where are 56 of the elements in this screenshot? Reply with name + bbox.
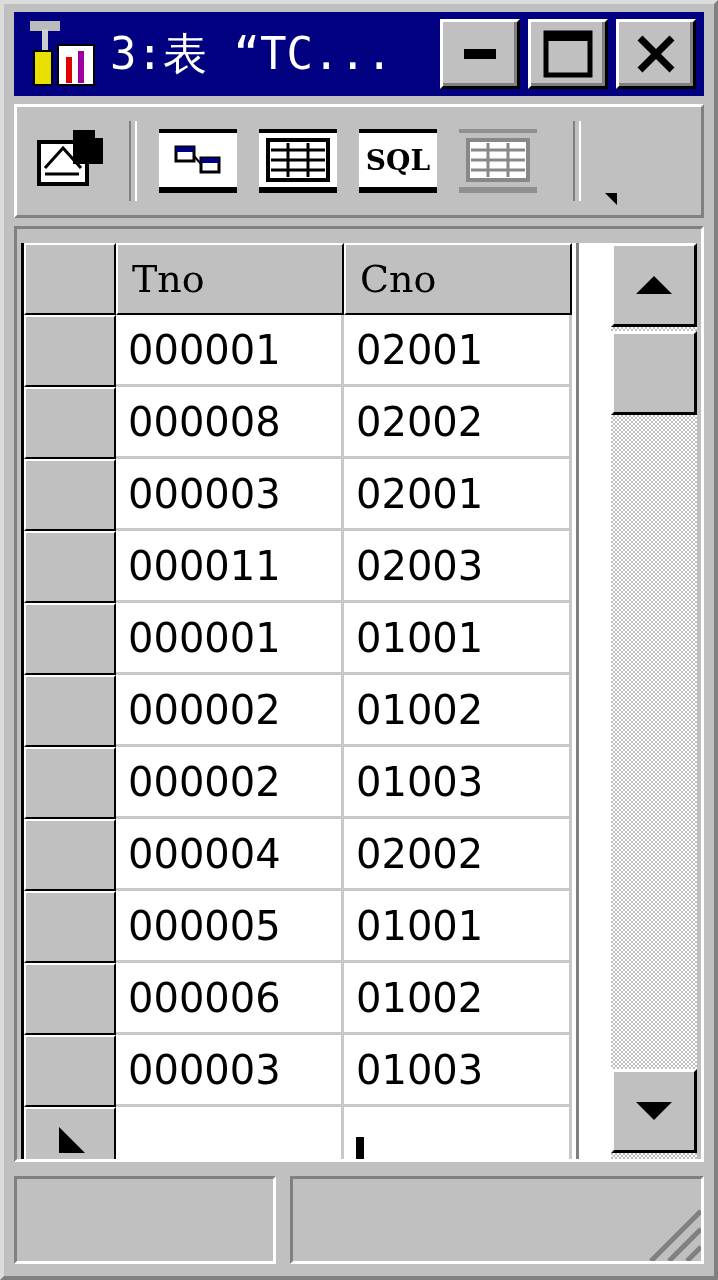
diagram-icon xyxy=(173,144,223,176)
scroll-thumb[interactable] xyxy=(611,331,697,415)
table-cell[interactable]: 02003 xyxy=(344,531,572,603)
row-header[interactable] xyxy=(24,675,116,747)
close-button[interactable] xyxy=(616,19,696,89)
row-header[interactable] xyxy=(24,459,116,531)
grid-button[interactable] xyxy=(259,129,337,193)
table-cell[interactable]: 000001 xyxy=(116,603,344,675)
table-cell[interactable]: 01003 xyxy=(344,1035,572,1107)
table-cell[interactable]: 01001 xyxy=(344,891,572,963)
row-header[interactable] xyxy=(24,963,116,1035)
grid-icon xyxy=(265,137,331,183)
diagram-button[interactable] xyxy=(159,129,237,193)
table-cell[interactable]: 02001 xyxy=(344,459,572,531)
column-header[interactable]: Tno xyxy=(116,243,344,315)
minimize-button[interactable] xyxy=(440,19,520,89)
table-cell[interactable]: 01003 xyxy=(344,747,572,819)
corner-cell[interactable] xyxy=(24,243,116,315)
row-header[interactable] xyxy=(24,603,116,675)
up-arrow-icon xyxy=(636,276,672,294)
row-header[interactable] xyxy=(24,315,116,387)
maximize-icon xyxy=(543,30,593,78)
table-cell[interactable]: 000001 xyxy=(116,315,344,387)
scroll-up-button[interactable] xyxy=(611,243,697,327)
table-cell[interactable]: 000002 xyxy=(116,675,344,747)
table-cell[interactable]: 02002 xyxy=(344,387,572,459)
window-title: 3:表 “TC... xyxy=(110,26,394,81)
scroll-down-button[interactable] xyxy=(611,1069,697,1153)
table-cell[interactable]: 01001 xyxy=(344,603,572,675)
table-cell[interactable]: 000004 xyxy=(116,819,344,891)
table-cell[interactable]: 000008 xyxy=(116,387,344,459)
row-header[interactable] xyxy=(24,387,116,459)
table-cell[interactable]: 000003 xyxy=(116,459,344,531)
sql-button[interactable]: SQL xyxy=(359,129,437,193)
table-cell[interactable]: 000002 xyxy=(116,747,344,819)
table-cell[interactable]: 01002 xyxy=(344,675,572,747)
table-cell[interactable]: 01002 xyxy=(344,963,572,1035)
table-cell[interactable]: 02002 xyxy=(344,819,572,891)
grid-icon xyxy=(465,137,531,183)
column-header[interactable]: Cno xyxy=(344,243,572,315)
maximize-button[interactable] xyxy=(528,19,608,89)
table-cell[interactable]: 000006 xyxy=(116,963,344,1035)
row-header[interactable] xyxy=(24,747,116,819)
minimize-icon xyxy=(464,49,496,59)
table-cell[interactable]: 000011 xyxy=(116,531,344,603)
table-cell[interactable]: 000005 xyxy=(116,891,344,963)
row-header[interactable] xyxy=(24,891,116,963)
table-cell[interactable]: 000003 xyxy=(116,1035,344,1107)
overflow-icon[interactable] xyxy=(603,191,617,205)
row-header[interactable] xyxy=(24,531,116,603)
scrollbar[interactable] xyxy=(611,243,697,1159)
table-cell[interactable]: 02001 xyxy=(344,315,572,387)
down-arrow-icon xyxy=(636,1102,672,1120)
row-header[interactable] xyxy=(24,1107,116,1159)
row-header[interactable] xyxy=(24,1035,116,1107)
row-header[interactable] xyxy=(24,819,116,891)
